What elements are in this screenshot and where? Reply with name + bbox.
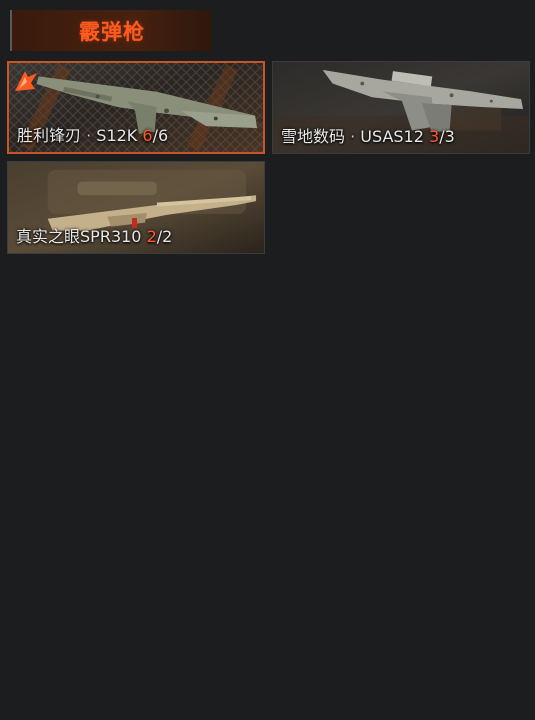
category-header: 霰弹枪 <box>10 10 212 51</box>
name-separator: · <box>81 126 97 145</box>
skin-name: 雪地数码 <box>281 127 346 146</box>
total-count: 3 <box>444 127 455 146</box>
weapon-collection-panel: 霰弹枪 胜利锋刃 · S12K 6/6 雪地数码 · USAS12 3/3 真实… <box>0 0 535 720</box>
weapon-card-s12k[interactable]: 胜利锋刃 · S12K 6/6 <box>7 61 265 154</box>
weapon-card-spr310[interactable]: 真实之眼SPR310 2/2 <box>7 161 265 254</box>
total-count: 2 <box>162 227 173 246</box>
skin-name: 胜利锋刃 <box>17 126 82 145</box>
weapon-card-usas12[interactable]: 雪地数码 · USAS12 3/3 <box>272 61 530 154</box>
weapon-label-spr310: 真实之眼SPR310 2/2 <box>16 227 173 246</box>
weapon-model: SPR310 <box>80 227 142 246</box>
owned-count: 2 <box>146 227 157 246</box>
skin-name: 真实之眼 <box>16 227 81 246</box>
rarity-badge-icon <box>15 71 37 91</box>
category-title: 霰弹枪 <box>79 19 145 44</box>
weapon-model: USAS12 <box>360 127 424 146</box>
total-count: 6 <box>157 126 169 145</box>
name-separator: · <box>345 127 361 146</box>
owned-count: 3 <box>429 127 440 146</box>
owned-count: 6 <box>142 126 153 145</box>
weapon-label-usas12: 雪地数码 · USAS12 3/3 <box>281 127 455 146</box>
weapon-model: S12K <box>96 126 138 145</box>
weapon-label-s12k: 胜利锋刃 · S12K 6/6 <box>17 126 169 145</box>
